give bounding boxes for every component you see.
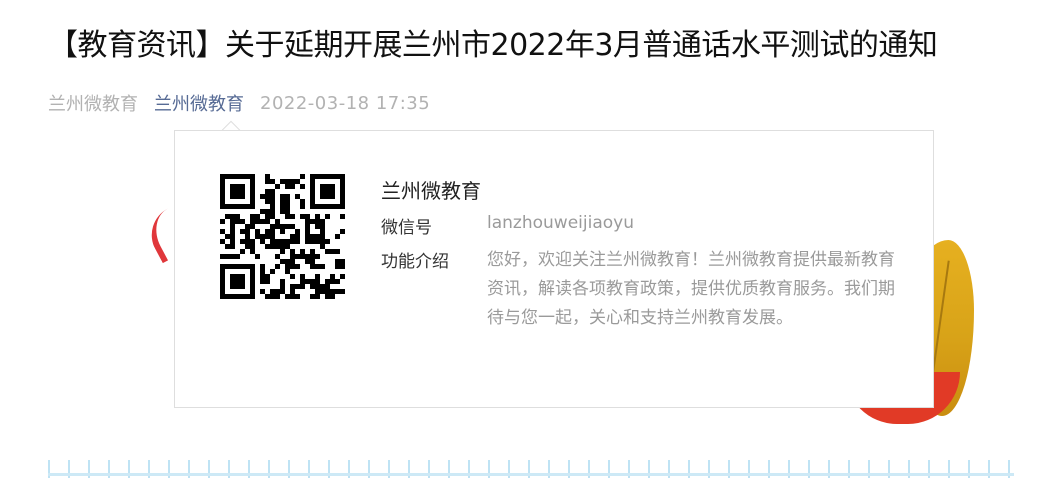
decorative-ruler-divider (48, 460, 1014, 478)
publish-date: 2022-03-18 17:35 (260, 92, 431, 114)
article-meta: 兰州微教育 兰州微教育 2022-03-18 17:35 (48, 88, 430, 118)
wechat-id-value: lanzhouweijiaoyu (487, 213, 634, 233)
profile-account-name: 兰州微教育 (381, 179, 481, 203)
article-title: 【教育资讯】关于延期开展兰州市2022年3月普通话水平测试的通知 (48, 28, 938, 63)
account-profile-popover: 兰州微教育 微信号 lanzhouweijiaoyu 功能介绍 您好，欢迎关注兰… (174, 130, 934, 408)
qr-code-icon (220, 174, 345, 299)
account-name-link[interactable]: 兰州微教育 (154, 90, 244, 116)
article-author: 兰州微教育 (48, 94, 138, 115)
wechat-id-label: 微信号 (381, 218, 432, 238)
intro-text: 您好，欢迎关注兰州微教育！兰州微教育提供最新教育资讯，解读各项教育政策，提供优质… (487, 250, 895, 328)
intro-label: 功能介绍 (381, 252, 449, 272)
